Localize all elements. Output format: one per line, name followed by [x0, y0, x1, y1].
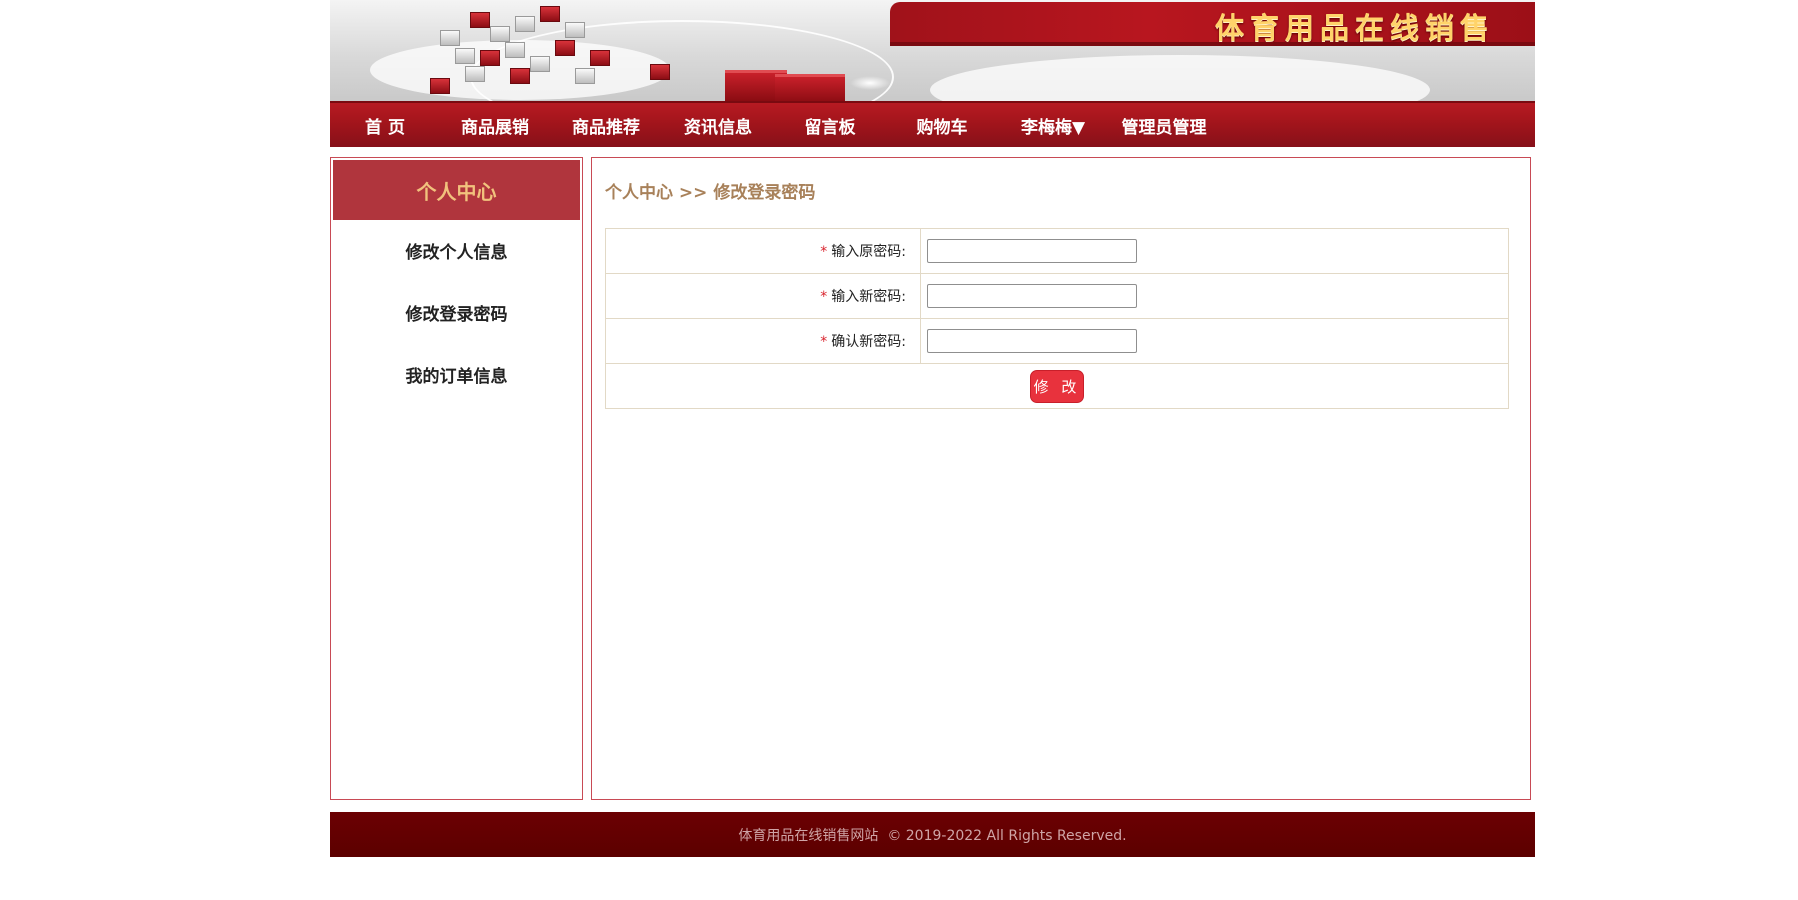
banner-cube	[455, 48, 475, 64]
nav-item-products[interactable]: 商品展销	[440, 113, 550, 138]
sidebar-item-change-password[interactable]: 修改登录密码	[331, 284, 582, 346]
form-label: * 输入原密码:	[605, 228, 921, 274]
banner-cube	[465, 66, 485, 82]
sidebar-item-edit-profile[interactable]: 修改个人信息	[331, 222, 582, 284]
banner-cube	[575, 68, 595, 84]
form-row: * 输入原密码:	[605, 228, 1509, 274]
confirm-password-label: 确认新密码:	[831, 334, 906, 350]
banner-block	[775, 74, 845, 101]
banner-cube	[470, 12, 490, 28]
form-row: 修 改	[605, 363, 1509, 409]
page: 体育用品在线销售 首 页 商品展销 商品推荐 资讯信息 留言板 购物车 李梅梅▼…	[330, 0, 1535, 857]
site-title: 体育用品在线销售	[1214, 11, 1495, 45]
banner-cube	[430, 78, 450, 94]
sidebar-title: 个人中心	[333, 160, 580, 220]
nav-item-message-board[interactable]: 留言板	[774, 113, 886, 138]
password-form: * 输入原密码: * 输入新密码: * 确认新密码: 修 改	[605, 228, 1509, 409]
form-actions: 修 改	[605, 363, 1509, 409]
banner-cube	[555, 40, 575, 56]
old-password-input[interactable]	[927, 239, 1137, 263]
main-area: 个人中心 修改个人信息 修改登录密码 我的订单信息 个人中心 >> 修改登录密码…	[330, 157, 1535, 804]
breadcrumb: 个人中心 >> 修改登录密码	[605, 183, 816, 203]
form-field	[920, 228, 1509, 274]
banner-cube	[440, 30, 460, 46]
banner-cube	[510, 68, 530, 84]
required-mark: *	[820, 244, 828, 260]
form-label: * 确认新密码:	[605, 318, 921, 364]
main-nav: 首 页 商品展销 商品推荐 资讯信息 留言板 购物车 李梅梅▼ 管理员管理	[330, 101, 1535, 147]
form-row: * 输入新密码:	[605, 273, 1509, 319]
required-mark: *	[820, 334, 828, 350]
banner-cube	[650, 64, 670, 80]
new-password-label: 输入新密码:	[831, 289, 906, 305]
submit-button[interactable]: 修 改	[1030, 369, 1084, 403]
banner-sparkle	[850, 76, 890, 90]
banner-cube	[505, 42, 525, 58]
nav-item-recommended[interactable]: 商品推荐	[550, 113, 662, 138]
nav-item-user-menu[interactable]: 李梅梅▼	[998, 113, 1108, 138]
sidebar-item-my-orders[interactable]: 我的订单信息	[331, 346, 582, 408]
title-bar: 体育用品在线销售	[890, 2, 1535, 46]
nav-item-admin[interactable]: 管理员管理	[1108, 113, 1220, 138]
new-password-input[interactable]	[927, 284, 1137, 308]
form-label: * 输入新密码:	[605, 273, 921, 319]
old-password-label: 输入原密码:	[831, 244, 906, 260]
banner-cube	[530, 56, 550, 72]
footer: 体育用品在线销售网站 © 2019-2022 All Rights Reserv…	[330, 812, 1535, 857]
banner-cube	[515, 16, 535, 32]
form-field	[920, 273, 1509, 319]
form-field	[920, 318, 1509, 364]
banner-cube	[490, 26, 510, 42]
banner-cube	[540, 6, 560, 22]
nav-item-home[interactable]: 首 页	[330, 113, 440, 138]
nav-item-news[interactable]: 资讯信息	[662, 113, 774, 138]
banner-cube	[480, 50, 500, 66]
sidebar: 个人中心 修改个人信息 修改登录密码 我的订单信息	[330, 157, 583, 800]
confirm-password-input[interactable]	[927, 329, 1137, 353]
nav-item-cart[interactable]: 购物车	[886, 113, 998, 138]
header-banner: 体育用品在线销售	[330, 0, 1535, 101]
banner-cube	[565, 22, 585, 38]
banner-cube	[590, 50, 610, 66]
banner-cloud	[930, 55, 1430, 101]
content-panel: 个人中心 >> 修改登录密码 * 输入原密码: * 输入新密码: * 确认新密码…	[591, 157, 1531, 800]
required-mark: *	[820, 289, 828, 305]
form-row: * 确认新密码:	[605, 318, 1509, 364]
